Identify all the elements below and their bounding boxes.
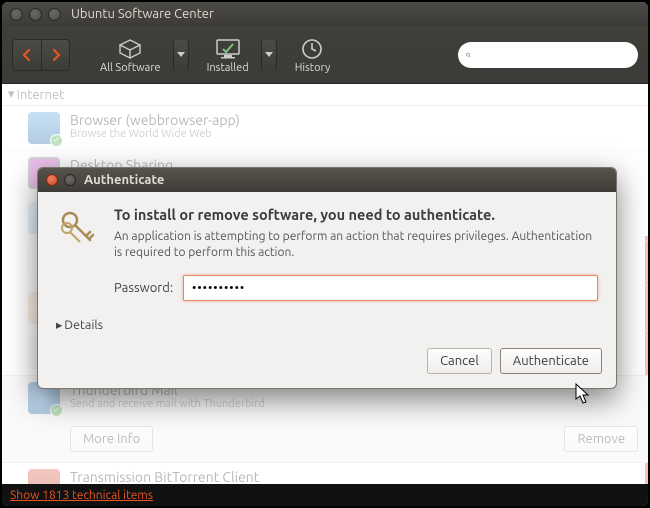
history-tab[interactable]: History [289,36,337,74]
dialog-title: Authenticate [84,173,164,187]
software-center-window: Ubuntu Software Center All Software Ins [2,2,648,506]
monitor-icon [215,36,241,62]
search-input[interactable] [475,48,630,61]
authenticate-button[interactable]: Authenticate [500,348,602,374]
dialog-window-controls [46,174,76,186]
all-software-dropdown[interactable] [173,40,189,70]
nav-buttons [12,39,70,71]
search-box[interactable] [458,42,638,68]
search-icon [466,48,471,62]
cancel-button[interactable]: Cancel [427,348,492,374]
show-technical-items-link[interactable]: Show 1813 technical items [10,489,153,502]
close-window-button[interactable] [10,8,23,21]
installed-tab[interactable]: Installed [201,36,255,74]
dialog-minimize-button[interactable] [64,174,76,186]
window-controls [10,8,61,21]
password-label: Password: [114,281,173,295]
toolbar: All Software Installed History [2,26,648,84]
maximize-window-button[interactable] [48,8,61,21]
forward-button[interactable] [41,40,69,70]
window-title: Ubuntu Software Center [71,7,214,21]
back-button[interactable] [13,40,41,70]
chevron-right-icon: ▸ [56,317,62,332]
package-icon [118,36,142,62]
details-expander[interactable]: ▸ Details [38,315,616,342]
installed-dropdown[interactable] [261,40,277,70]
statusbar: Show 1813 technical items [2,484,648,506]
all-software-tab[interactable]: All Software [94,36,167,74]
clock-icon [301,36,323,62]
password-input[interactable] [183,275,598,301]
dialog-body-text: An application is attempting to perform … [114,229,598,261]
dialog-close-button[interactable] [46,174,58,186]
minimize-window-button[interactable] [29,8,42,21]
authenticate-dialog: Authenticate To install or remove softwa… [37,167,617,389]
window-titlebar: Ubuntu Software Center [2,2,648,26]
dialog-titlebar: Authenticate [38,168,616,192]
keys-icon [56,206,100,301]
dialog-heading: To install or remove software, you need … [114,206,598,223]
